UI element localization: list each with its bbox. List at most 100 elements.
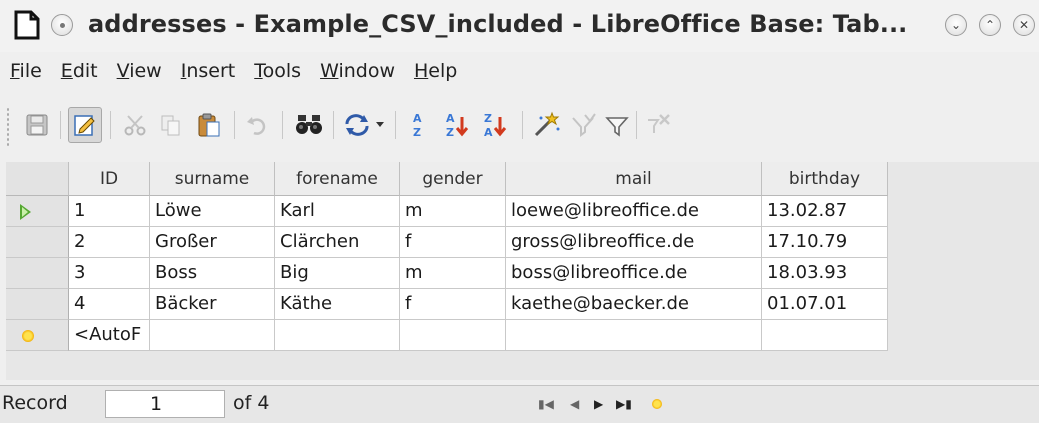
apply-filter-icon xyxy=(605,117,629,137)
find-record-button[interactable] xyxy=(292,107,326,143)
menu-view[interactable]: View xyxy=(117,60,162,82)
cell-gender[interactable] xyxy=(400,320,506,351)
cell-forename[interactable] xyxy=(275,320,400,351)
cell-forename[interactable]: Karl xyxy=(275,196,400,227)
cell-surname[interactable]: Löwe xyxy=(150,196,275,227)
row-header[interactable] xyxy=(6,320,69,351)
minimize-button[interactable]: ⌄ xyxy=(945,14,967,36)
table-row: 3 Boss Big m boss@libreoffice.de 18.03.9… xyxy=(6,258,888,289)
cell-surname[interactable] xyxy=(150,320,275,351)
first-record-icon[interactable]: ▮◀ xyxy=(538,397,554,411)
menu-mnemonic: F xyxy=(10,60,20,82)
record-label: Record xyxy=(2,392,68,414)
cell-gender[interactable]: m xyxy=(400,258,506,289)
autofilter-button[interactable] xyxy=(530,107,564,143)
column-header-mail[interactable]: mail xyxy=(506,162,762,196)
previous-record-icon[interactable]: ◀ xyxy=(570,397,579,411)
menu-label: elp xyxy=(428,60,458,82)
cell-forename[interactable]: Clärchen xyxy=(275,227,400,258)
column-header-birthday[interactable]: birthday xyxy=(762,162,888,196)
undo-button[interactable] xyxy=(240,107,274,143)
cell-birthday[interactable] xyxy=(762,320,888,351)
cell-id[interactable]: 2 xyxy=(69,227,150,258)
sort-ascending-button[interactable]: AZ xyxy=(442,107,476,143)
row-header[interactable] xyxy=(6,196,69,227)
column-header-id[interactable]: ID xyxy=(69,162,150,196)
toolbar-grip[interactable] xyxy=(6,107,10,147)
row-header[interactable] xyxy=(6,227,69,258)
sort-descending-icon: ZA xyxy=(484,112,507,139)
cell-birthday[interactable]: 13.02.87 xyxy=(762,196,888,227)
menu-label: nsert xyxy=(186,60,236,82)
menu-insert[interactable]: Insert xyxy=(181,60,236,82)
chevron-down-icon xyxy=(376,122,384,127)
column-header-gender[interactable]: gender xyxy=(400,162,506,196)
window-titlebar: addresses - Example_CSV_included - Libre… xyxy=(0,0,1039,52)
cell-gender[interactable]: m xyxy=(400,196,506,227)
cell-birthday[interactable]: 17.10.79 xyxy=(762,227,888,258)
cell-mail[interactable]: loewe@libreoffice.de xyxy=(506,196,762,227)
cell-gender[interactable]: f xyxy=(400,227,506,258)
column-header-surname[interactable]: surname xyxy=(150,162,275,196)
close-button[interactable]: ✕ xyxy=(1013,14,1035,36)
new-record-icon[interactable] xyxy=(652,399,662,409)
sort-z-letter: Z xyxy=(484,112,492,125)
cell-forename[interactable]: Käthe xyxy=(275,289,400,320)
row-header[interactable] xyxy=(6,289,69,320)
current-record-arrow-icon xyxy=(20,204,31,220)
remove-filter-button[interactable] xyxy=(642,107,676,143)
column-header-forename[interactable]: forename xyxy=(275,162,400,196)
standard-filter-button[interactable] xyxy=(566,107,600,143)
sort-button[interactable]: AZ xyxy=(402,107,436,143)
cell-surname[interactable]: Boss xyxy=(150,258,275,289)
cell-mail[interactable] xyxy=(506,320,762,351)
menu-window[interactable]: Window xyxy=(320,60,395,82)
menu-label: indow xyxy=(338,60,395,82)
menu-help[interactable]: Help xyxy=(414,60,457,82)
cut-button[interactable] xyxy=(118,107,152,143)
cell-id[interactable]: <AutoF xyxy=(69,320,150,351)
refresh-dropdown-button[interactable] xyxy=(370,107,390,143)
chevron-down-icon: ⌄ xyxy=(950,18,962,32)
cell-surname[interactable]: Bäcker xyxy=(150,289,275,320)
window-menu-button[interactable] xyxy=(51,14,73,36)
cell-id[interactable]: 3 xyxy=(69,258,150,289)
sort-ascending-icon: AZ xyxy=(446,112,469,139)
maximize-button[interactable]: ⌃ xyxy=(979,14,1001,36)
grid-corner[interactable] xyxy=(6,162,69,196)
cell-surname[interactable]: Großer xyxy=(150,227,275,258)
sort-descending-button[interactable]: ZA xyxy=(480,107,514,143)
cell-mail[interactable]: kaethe@baecker.de xyxy=(506,289,762,320)
data-grid: ID surname forename gender mail birthday… xyxy=(6,162,888,351)
paste-button[interactable] xyxy=(192,107,226,143)
last-record-icon[interactable]: ▶▮ xyxy=(616,397,632,411)
cell-forename[interactable]: Big xyxy=(275,258,400,289)
close-icon: ✕ xyxy=(1018,18,1030,32)
edit-data-button[interactable] xyxy=(68,107,102,143)
save-button[interactable] xyxy=(20,107,54,143)
menu-tools[interactable]: Tools xyxy=(254,60,301,82)
toolbar-separator xyxy=(60,111,61,139)
cell-id[interactable]: 1 xyxy=(69,196,150,227)
refresh-button[interactable] xyxy=(340,107,374,143)
next-record-icon[interactable]: ▶ xyxy=(594,397,603,411)
cell-mail[interactable]: boss@libreoffice.de xyxy=(506,258,762,289)
menu-edit[interactable]: Edit xyxy=(61,60,98,82)
menu-file[interactable]: File xyxy=(10,60,42,82)
sort-icon: AZ xyxy=(413,112,422,139)
copy-button[interactable] xyxy=(154,107,188,143)
toolbar-separator xyxy=(282,111,283,139)
cell-gender[interactable]: f xyxy=(400,289,506,320)
menu-bar: File Edit View Insert Tools Window Help xyxy=(0,55,1039,87)
row-header[interactable] xyxy=(6,258,69,289)
cut-icon xyxy=(124,115,146,136)
record-number-field[interactable]: 1 xyxy=(105,390,225,418)
apply-filter-button[interactable] xyxy=(600,107,634,143)
cell-birthday[interactable]: 01.07.01 xyxy=(762,289,888,320)
cell-birthday[interactable]: 18.03.93 xyxy=(762,258,888,289)
menu-mnemonic: W xyxy=(320,60,339,82)
sort-a-letter: A xyxy=(446,112,455,125)
cell-mail[interactable]: gross@libreoffice.de xyxy=(506,227,762,258)
cell-id[interactable]: 4 xyxy=(69,289,150,320)
chevron-up-icon: ⌃ xyxy=(984,18,996,32)
